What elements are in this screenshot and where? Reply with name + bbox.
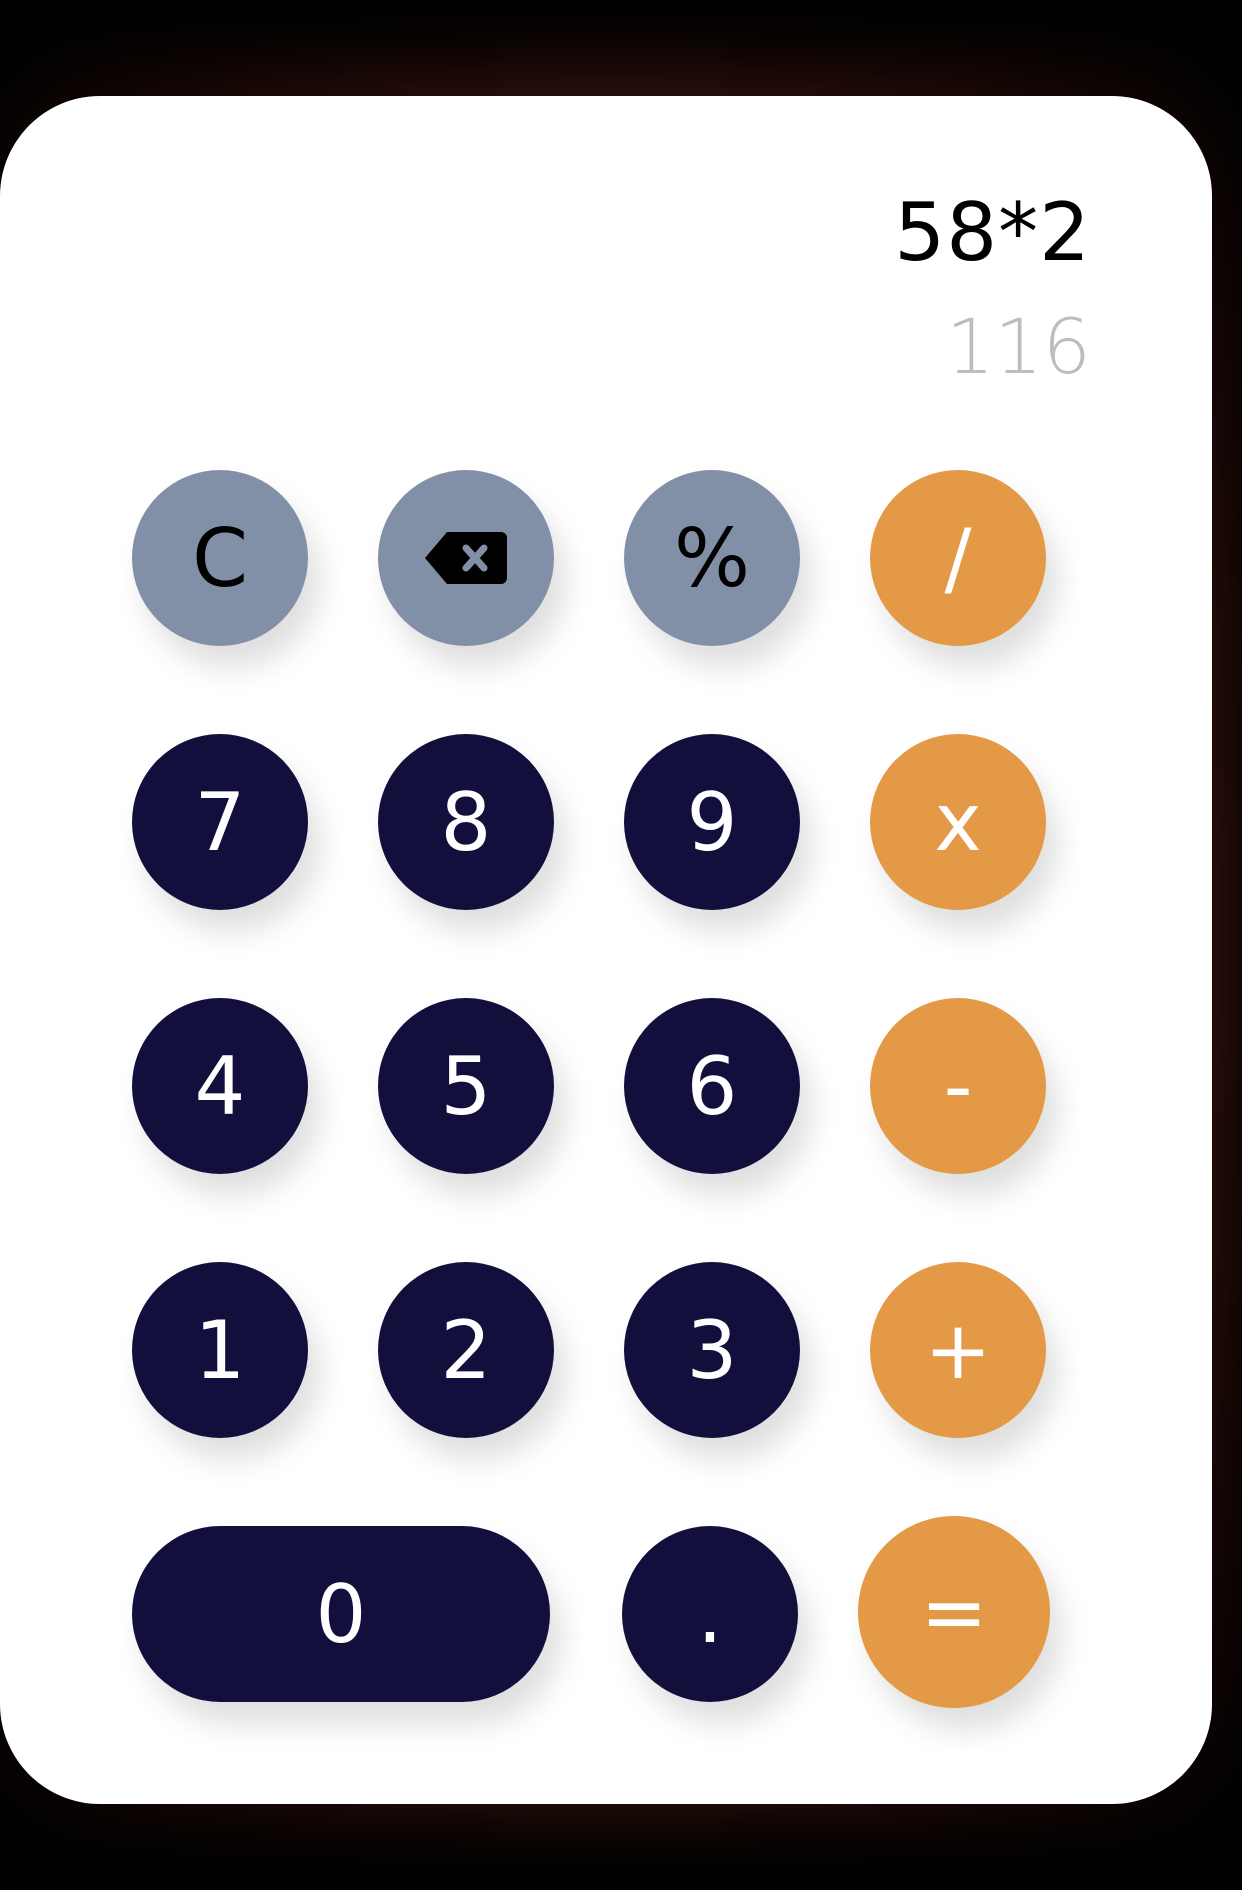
six-button[interactable]: 6 <box>624 998 800 1174</box>
backspace-button[interactable] <box>378 470 554 646</box>
equals-label: = <box>920 1565 988 1659</box>
three-label: 3 <box>686 1303 738 1397</box>
zero-button[interactable]: 0 <box>132 1526 550 1702</box>
subtract-button[interactable]: - <box>870 998 1046 1174</box>
five-button[interactable]: 5 <box>378 998 554 1174</box>
divide-button[interactable]: / <box>870 470 1046 646</box>
add-label: + <box>924 1303 992 1397</box>
percent-label: % <box>673 511 750 605</box>
one-button[interactable]: 1 <box>132 1262 308 1438</box>
clear-label: C <box>192 511 248 605</box>
four-button[interactable]: 4 <box>132 998 308 1174</box>
expression-text: 58*2 <box>894 186 1091 279</box>
multiply-button[interactable]: x <box>870 734 1046 910</box>
seven-button[interactable]: 7 <box>132 734 308 910</box>
percent-button[interactable]: % <box>624 470 800 646</box>
decimal-button[interactable]: . <box>622 1526 798 1702</box>
two-button[interactable]: 2 <box>378 1262 554 1438</box>
seven-label: 7 <box>194 775 246 869</box>
nine-button[interactable]: 9 <box>624 734 800 910</box>
result-text: 116 <box>945 302 1091 391</box>
subtract-label: - <box>943 1039 973 1133</box>
six-label: 6 <box>686 1039 738 1133</box>
one-label: 1 <box>194 1303 246 1397</box>
four-label: 4 <box>194 1039 246 1133</box>
nine-label: 9 <box>686 775 738 869</box>
add-button[interactable]: + <box>870 1262 1046 1438</box>
multiply-label: x <box>934 775 982 869</box>
clear-button[interactable]: C <box>132 470 308 646</box>
eight-button[interactable]: 8 <box>378 734 554 910</box>
decimal-label: . <box>697 1567 723 1661</box>
five-label: 5 <box>440 1039 492 1133</box>
eight-label: 8 <box>440 775 492 869</box>
three-button[interactable]: 3 <box>624 1262 800 1438</box>
two-label: 2 <box>440 1303 492 1397</box>
zero-label: 0 <box>315 1567 367 1661</box>
divide-label: / <box>944 511 972 605</box>
equals-button[interactable]: = <box>858 1516 1050 1708</box>
backspace-icon <box>423 530 509 586</box>
